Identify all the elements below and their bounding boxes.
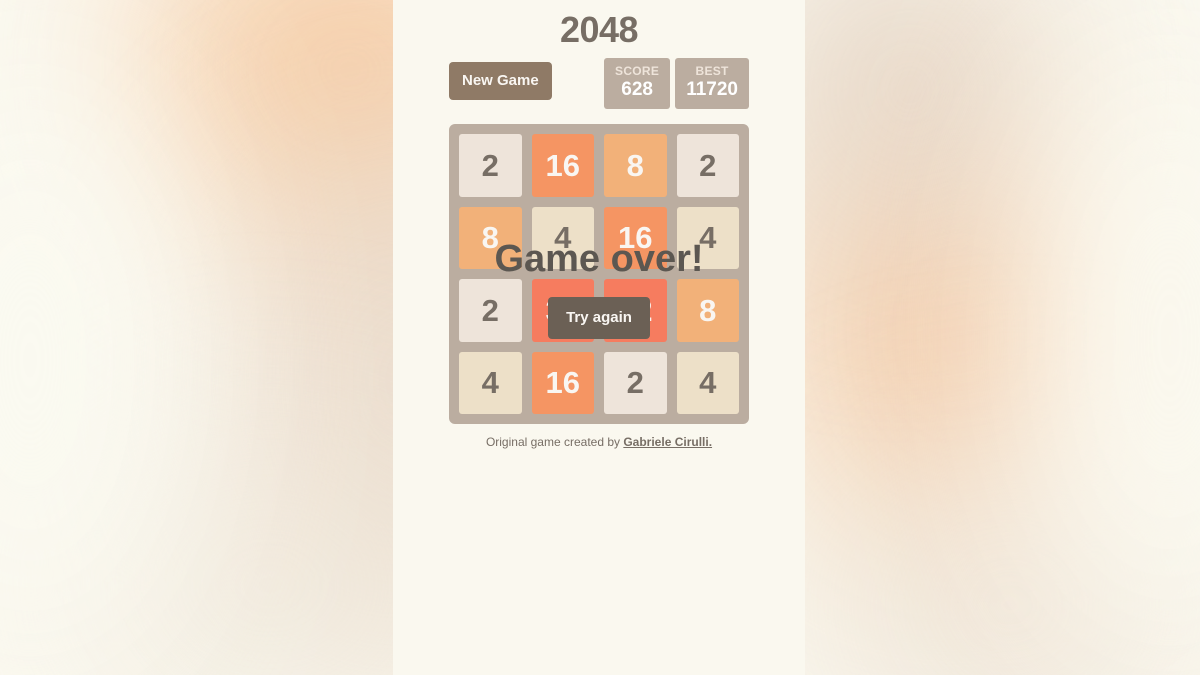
game-over-actions: Try again xyxy=(548,297,650,339)
score-container: SCORE 628 BEST 11720 xyxy=(604,58,749,109)
game-over-overlay: Game over! Try again xyxy=(449,124,749,424)
score-label: SCORE xyxy=(615,64,660,78)
score-value: 628 xyxy=(621,79,653,100)
try-again-button[interactable]: Try again xyxy=(548,297,650,339)
author-link[interactable]: Gabriele Cirulli. xyxy=(623,435,712,449)
game-container: 2048 New Game SCORE 628 BEST 11720 2 16 8 2… xyxy=(449,0,749,450)
controls-row: New Game SCORE 628 BEST 11720 xyxy=(449,58,749,114)
best-score-box: BEST 11720 xyxy=(675,58,749,109)
best-value: 11720 xyxy=(686,79,738,100)
best-label: BEST xyxy=(695,64,729,78)
footer-credit: Original game created by Gabriele Cirull… xyxy=(449,434,749,450)
score-box: SCORE 628 xyxy=(604,58,671,109)
page-title: 2048 xyxy=(559,9,639,50)
game-board[interactable]: 216828416423232841624 Game over! Try aga… xyxy=(449,124,749,424)
game-over-text: Game over! xyxy=(494,238,704,280)
game-page: 2048 New Game SCORE 628 BEST 11720 2 16 8 2… xyxy=(393,0,805,675)
footer-prefix: Original game created by xyxy=(485,435,624,449)
new-game-button[interactable]: New Game xyxy=(449,62,552,100)
